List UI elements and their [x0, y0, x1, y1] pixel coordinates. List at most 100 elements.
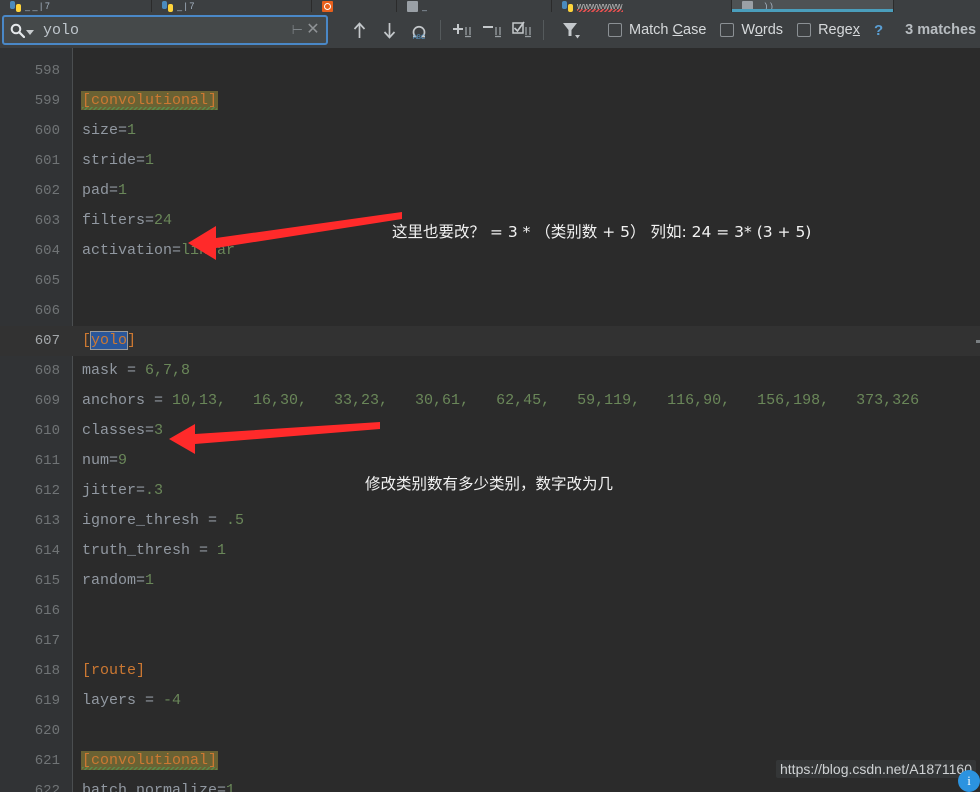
code-line-row[interactable]: 610 classes=3: [0, 416, 980, 446]
code-line-row[interactable]: 619 layers = -4: [0, 686, 980, 716]
code-editor[interactable]: 597activation=leaky 598 599[convolutional]…: [0, 48, 980, 792]
section-header-highlighted: [convolutional]: [82, 752, 218, 769]
editor-tab-6-active[interactable]: _ ) ): [732, 0, 894, 12]
code-line-row[interactable]: 613 ignore_thresh = .5: [0, 506, 980, 536]
config-value: 1: [226, 782, 236, 792]
code-line-row[interactable]: 606: [0, 296, 980, 326]
code-line-row[interactable]: 616: [0, 596, 980, 626]
code-line-row[interactable]: 620: [0, 716, 980, 746]
config-key: classes=: [82, 422, 155, 439]
line-number: 598: [34, 63, 60, 79]
config-key: activation=: [82, 242, 182, 259]
editor-tab-label: _: [422, 1, 428, 11]
editor-tab-1[interactable]: _ _ | 7: [0, 0, 152, 12]
find-next-button[interactable]: [374, 15, 404, 45]
code-line-row[interactable]: 609 anchors = 10,13, 16,30, 33,23, 30,61,…: [0, 386, 980, 416]
editor-tab-label: _ _ | 7: [25, 1, 50, 11]
search-input[interactable]: [43, 21, 292, 39]
regex-option[interactable]: Regex: [797, 22, 860, 38]
config-key: pad=: [82, 182, 119, 199]
config-value: 9: [118, 452, 128, 469]
config-value: linear: [181, 242, 236, 259]
search-field-container[interactable]: ⊢ ✕: [2, 15, 328, 45]
add-selection-button[interactable]: [447, 15, 477, 45]
match-case-label: Match Case: [629, 22, 707, 38]
config-key: stride=: [82, 152, 146, 169]
code-line-row[interactable]: 600 size=1: [0, 116, 980, 146]
line-number: 610: [34, 423, 60, 439]
line-number: 618: [34, 663, 60, 679]
toggle-selection-button[interactable]: [507, 15, 537, 45]
config-value: 3: [154, 422, 164, 439]
chevron-down-icon[interactable]: [26, 29, 34, 35]
editor-tab-3[interactable]: [312, 0, 397, 12]
close-icon[interactable]: ✕: [306, 21, 320, 39]
watermark-badge: i: [958, 770, 980, 792]
code-line-row[interactable]: 605: [0, 266, 980, 296]
line-number: 608: [34, 363, 60, 379]
section-header-highlighted: [convolutional]: [82, 92, 218, 109]
history-icon[interactable]: ⊢: [292, 22, 303, 38]
svg-text:ABC: ABC: [413, 35, 426, 40]
filter-button[interactable]: [556, 15, 586, 45]
editor-tab-label: wwwwwww: [577, 1, 623, 12]
regex-checkbox[interactable]: [797, 23, 812, 37]
code-line-row[interactable]: 599 [convolutional]: [0, 86, 980, 116]
python-file-icon: [10, 0, 21, 12]
code-line-text: stride=1: [82, 146, 980, 176]
code-line-text: classes=3: [82, 416, 980, 446]
code-line-row[interactable]: 607 [yolo]: [0, 326, 980, 356]
editor-tab-4[interactable]: _: [397, 0, 552, 12]
config-key: filters=: [82, 212, 155, 229]
editor-tab-5[interactable]: wwwwwww: [552, 0, 732, 12]
words-label: Words: [741, 22, 784, 38]
config-value: 10,13, 16,30, 33,23, 30,61, 62,45, 59,11…: [172, 392, 920, 409]
config-key: jitter=: [82, 482, 146, 499]
code-line-row[interactable]: 618 [route]: [0, 656, 980, 686]
config-value: 1: [127, 122, 137, 139]
code-line-row[interactable]: 602 pad=1: [0, 176, 980, 206]
line-number: 601: [34, 153, 60, 169]
grey-file-icon: [407, 0, 418, 12]
line-number: 622: [34, 783, 60, 792]
section-header: [route]: [82, 662, 146, 679]
words-checkbox[interactable]: [720, 23, 735, 37]
code-line-text: pad=1: [82, 176, 980, 206]
config-value: -4: [163, 692, 182, 709]
code-line-row[interactable]: 614 truth_thresh = 1: [0, 536, 980, 566]
config-value: .3: [145, 482, 164, 499]
config-key: activation=: [82, 48, 181, 49]
config-value: 6,7,8: [145, 362, 191, 379]
code-line-row[interactable]: 608 mask = 6,7,8: [0, 356, 980, 386]
config-key: num=: [82, 452, 119, 469]
config-key: mask =: [82, 362, 146, 379]
match-case-option[interactable]: Match Case: [608, 22, 706, 38]
line-number: 612: [34, 483, 60, 499]
ide-window: _ _ | 7 _ | 7 _ wwwwwww _ ) ) yolo ⊢ ✕ A…: [0, 0, 980, 792]
line-number: 600: [34, 123, 60, 139]
match-case-checkbox[interactable]: [608, 23, 622, 37]
select-all-occurrences-button[interactable]: ABC: [404, 15, 434, 45]
code-line-row[interactable]: 622 batch_normalize=1: [0, 776, 980, 792]
line-number: 614: [34, 543, 60, 559]
code-line-text: random=1: [82, 566, 980, 596]
words-option[interactable]: Words: [720, 22, 783, 38]
code-line-text: batch_normalize=1: [82, 776, 980, 792]
line-number: 605: [34, 273, 60, 289]
code-line-row[interactable]: 615 random=1: [0, 566, 980, 596]
find-previous-button[interactable]: [344, 15, 374, 45]
search-magnifier-icon[interactable]: [10, 23, 25, 38]
help-icon[interactable]: ?: [874, 22, 883, 39]
config-value: 1: [145, 572, 155, 589]
scrollbar-match-marker[interactable]: [976, 340, 980, 343]
line-number: 617: [34, 633, 60, 649]
code-line-row[interactable]: 601 stride=1: [0, 146, 980, 176]
editor-tab-2[interactable]: _ | 7: [152, 0, 312, 12]
code-line-text: ignore_thresh = .5: [82, 506, 980, 536]
annotation-filters-text: 这里也要改？ = 3 * （类别数 + 5） 列如: 24 = 3* (3 + …: [392, 223, 812, 241]
line-number: 613: [34, 513, 60, 529]
code-line-row[interactable]: 617: [0, 626, 980, 656]
code-line-row[interactable]: 598: [0, 56, 980, 86]
remove-selection-button[interactable]: [477, 15, 507, 45]
code-line-row[interactable]: 597 activation=leaky: [0, 48, 980, 56]
